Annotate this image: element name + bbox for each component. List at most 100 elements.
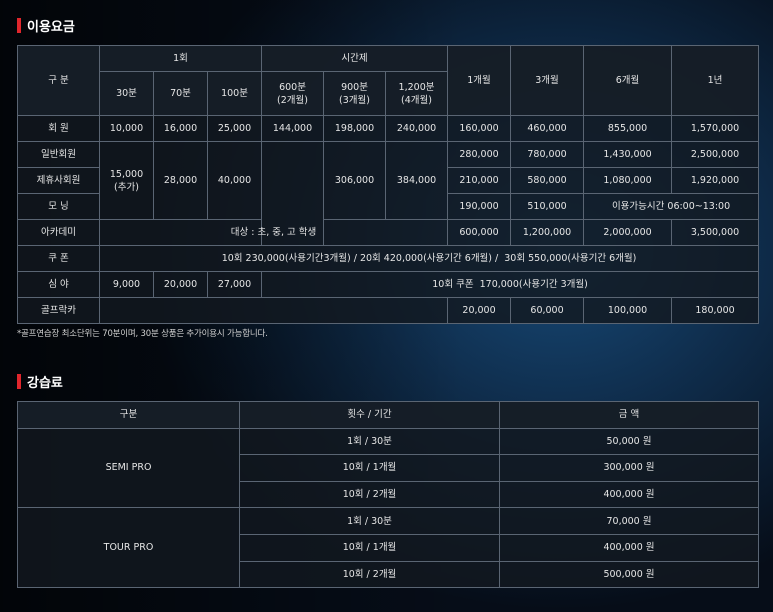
cell: 1,570,000 xyxy=(671,115,760,142)
cell: 180,000 xyxy=(671,297,760,324)
cell: 210,000 xyxy=(447,167,512,194)
cell: 1,920,000 xyxy=(671,167,760,194)
header-1200min: 1,200분 (4개월) xyxy=(385,71,449,116)
lesson-group-semi-pro: SEMI PRO xyxy=(17,427,240,509)
cell: 3,500,000 xyxy=(671,219,760,246)
cell: 240,000 xyxy=(385,115,449,142)
red-bar-icon xyxy=(17,17,21,33)
night-coupon-text: 10회 쿠폰 170,000(사용기간 3개월) xyxy=(261,271,760,298)
cell: 9,000 xyxy=(99,271,154,298)
row-label: 아카데미 xyxy=(17,219,100,246)
row-label: 골프락카 xyxy=(17,297,100,324)
header-timed: 시간제 xyxy=(261,45,449,72)
header-900min-line2: (3개월) xyxy=(339,94,370,106)
row-academy: 아카데미 대상 : 초, 중, 고 학생 600,000 1,200,000 2… xyxy=(17,219,760,246)
cell: 580,000 xyxy=(510,167,585,194)
row-night: 심 야 9,000 20,000 27,000 10회 쿠폰 170,000(사… xyxy=(17,271,760,298)
lesson-sessions: 1회 / 30분 xyxy=(239,507,500,535)
lesson-sessions: 1회 / 30분 xyxy=(239,427,500,456)
fees-footnote: *골프연습장 최소단위는 70분이며, 30분 상품은 추가이용시 가능합니다. xyxy=(17,329,268,339)
cell: 100,000 xyxy=(583,297,673,324)
cell: 25,000 xyxy=(206,115,263,142)
row-label: 제휴사회원 xyxy=(17,167,100,194)
lesson-row: SEMI PRO 1회 / 30분 50,000 원 xyxy=(17,427,759,509)
header-70min: 70분 xyxy=(153,71,208,116)
lesson-amount: 300,000 원 xyxy=(499,454,759,482)
cell: 780,000 xyxy=(510,141,585,168)
header-period-3m: 3개월 xyxy=(510,45,585,116)
cell: 1,200,000 xyxy=(510,219,585,246)
header-600min: 600분 (2개월) xyxy=(261,71,325,116)
merged-30min-note: (추가) xyxy=(114,181,139,193)
lesson-row: TOUR PRO 1회 / 30분 70,000 원 xyxy=(17,507,759,589)
cell: 144,000 xyxy=(261,115,325,142)
lesson-header-row: 구분 횟수 / 기간 금 액 xyxy=(17,401,759,429)
header-600min-line2: (2개월) xyxy=(277,94,308,106)
fee-table: 구 분 1회 시간제 1개월 3개월 6개월 1년 30분 70분 100분 6… xyxy=(17,45,760,324)
header-period-1y: 1년 xyxy=(671,45,760,116)
merged-1200min: 384,000 xyxy=(385,141,449,220)
lesson-group-tour-pro: TOUR PRO xyxy=(17,507,240,589)
lesson-sessions: 10회 / 2개월 xyxy=(239,480,500,509)
cell: 198,000 xyxy=(323,115,387,142)
lesson-amount: 500,000 원 xyxy=(499,560,759,589)
lesson-amount: 400,000 원 xyxy=(499,480,759,509)
row-label: 모 닝 xyxy=(17,193,100,220)
lesson-table: 구분 횟수 / 기간 금 액 SEMI PRO 1회 / 30분 50,000 … xyxy=(17,401,759,589)
lesson-sessions: 10회 / 1개월 xyxy=(239,533,500,562)
golf-cart-empty xyxy=(98,297,449,324)
cell: 190,000 xyxy=(447,193,512,220)
cell: 16,000 xyxy=(153,115,208,142)
header-1200min-line2: (4개월) xyxy=(401,94,432,106)
cell: 510,000 xyxy=(510,193,585,220)
lesson-sessions: 10회 / 1개월 xyxy=(239,454,500,482)
cell: 1,080,000 xyxy=(583,167,673,194)
cell: 2,000,000 xyxy=(583,219,673,246)
lesson-sessions: 10회 / 2개월 xyxy=(239,560,500,589)
row-label: 회 원 xyxy=(17,115,100,142)
fees-section-title: 이용요금 xyxy=(17,17,75,35)
header-single: 1회 xyxy=(98,45,263,72)
lessons-title-text: 강습료 xyxy=(27,375,63,391)
header-100min: 100분 xyxy=(206,71,263,116)
lesson-header-category: 구분 xyxy=(17,401,240,429)
row-golf-cart: 골프락카 20,000 60,000 100,000 180,000 xyxy=(17,297,760,324)
cell: 10,000 xyxy=(99,115,154,142)
header-900min: 900분 (3개월) xyxy=(323,71,387,116)
cell: 280,000 xyxy=(447,141,512,168)
row-label: 쿠 폰 xyxy=(17,245,100,272)
cell: 855,000 xyxy=(583,115,673,142)
header-30min: 30분 xyxy=(99,71,154,116)
row-general: 일반회원 15,000 (추가) 28,000 40,000 306,000 38… xyxy=(17,141,760,246)
header-period-6m: 6개월 xyxy=(583,45,673,116)
morning-hours-note: 이용가능시간 06:00~13:00 xyxy=(583,193,760,220)
lesson-header-amount: 금 액 xyxy=(499,401,759,429)
cell: 60,000 xyxy=(510,297,585,324)
academy-target: 대상 : 초, 중, 고 학생 xyxy=(98,219,449,246)
merged-70min: 28,000 xyxy=(153,141,208,220)
header-600min-line1: 600분 xyxy=(279,81,306,93)
header-category: 구 분 xyxy=(17,45,100,116)
cell: 460,000 xyxy=(510,115,585,142)
cell: 1,430,000 xyxy=(583,141,673,168)
merged-900min: 306,000 xyxy=(323,141,387,220)
lesson-amount: 70,000 원 xyxy=(499,507,759,535)
row-label: 심 야 xyxy=(17,271,100,298)
lesson-amount: 50,000 원 xyxy=(499,427,759,456)
lesson-header-sessions: 횟수 / 기간 xyxy=(239,401,500,429)
fees-title-text: 이용요금 xyxy=(27,19,75,35)
cell: 2,500,000 xyxy=(671,141,760,168)
header-period-1m: 1개월 xyxy=(447,45,512,116)
merged-100min: 40,000 xyxy=(206,141,263,220)
cell: 27,000 xyxy=(206,271,263,298)
lesson-amount: 400,000 원 xyxy=(499,533,759,562)
coupon-text: 10회 230,000(사용기간3개월) / 20회 420,000(사용기간 … xyxy=(98,245,760,272)
row-member: 회 원 10,000 16,000 25,000 144,000 198,000… xyxy=(17,115,760,142)
header-900min-line1: 900분 xyxy=(341,81,368,93)
cell: 600,000 xyxy=(447,219,512,246)
lessons-section-title: 강습료 xyxy=(17,373,63,391)
cell: 20,000 xyxy=(447,297,512,324)
cell: 20,000 xyxy=(153,271,208,298)
merged-30min-price: 15,000 xyxy=(109,168,144,180)
cell: 160,000 xyxy=(447,115,512,142)
